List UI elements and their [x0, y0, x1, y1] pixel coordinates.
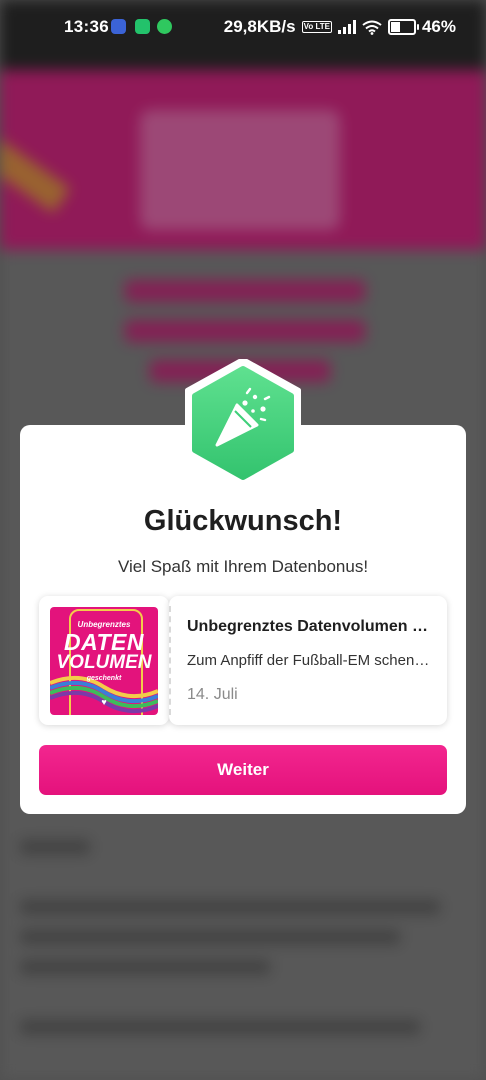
bonus-card-title: Unbegrenztes Datenvolumen geschenkt [187, 618, 431, 635]
bonus-thumbnail-frame: Unbegrenztes DATEN VOLUMEN geschenkt ♥ [39, 596, 169, 725]
status-time: 13:36 [64, 17, 109, 36]
bonus-card-description: Zum Anpfiff der Fußball-EM schenken wir … [187, 652, 431, 669]
bonus-card-info: Unbegrenztes Datenvolumen geschenkt Zum … [169, 596, 447, 725]
wifi-icon [362, 20, 382, 35]
app-icon-green [135, 19, 150, 34]
bonus-card-date: 14. Juli [187, 686, 238, 703]
volte-icon: Vo LTE [301, 21, 332, 33]
battery-percent: 46% [421, 17, 456, 36]
party-popper-badge [183, 357, 303, 489]
info-icon [111, 19, 126, 34]
bonus-card[interactable]: Unbegrenztes DATEN VOLUMEN geschenkt ♥ U… [39, 596, 447, 725]
bonus-thumbnail-image: Unbegrenztes DATEN VOLUMEN geschenkt ♥ [50, 607, 158, 715]
heart-icon: ♥ [101, 697, 107, 707]
thumbnail-text-daten: DATEN [63, 629, 144, 655]
battery-icon [387, 19, 419, 35]
weiter-button[interactable]: Weiter [39, 745, 447, 795]
vpn-icon [157, 19, 172, 34]
network-speed: 29,8KB/s [223, 17, 296, 36]
ticket-divider [169, 606, 171, 715]
dialog-subtitle: Viel Spaß mit Ihrem Datenbonus! [117, 557, 369, 576]
status-bar: 13:36 29,8KB/s Vo LTE 46% [0, 0, 486, 56]
status-right-group: 29,8KB/s Vo LTE 46% [224, 17, 456, 37]
party-popper-icon [185, 357, 301, 489]
thumbnail-text-unbegrenztes: Unbegrenztes [77, 620, 131, 629]
dialog-title: Glückwunsch! [143, 505, 343, 537]
signal-icon [337, 20, 356, 34]
thumbnail-text-geschenkt: geschenkt [86, 675, 122, 682]
thumbnail-text-volumen: VOLUMEN [56, 652, 152, 673]
